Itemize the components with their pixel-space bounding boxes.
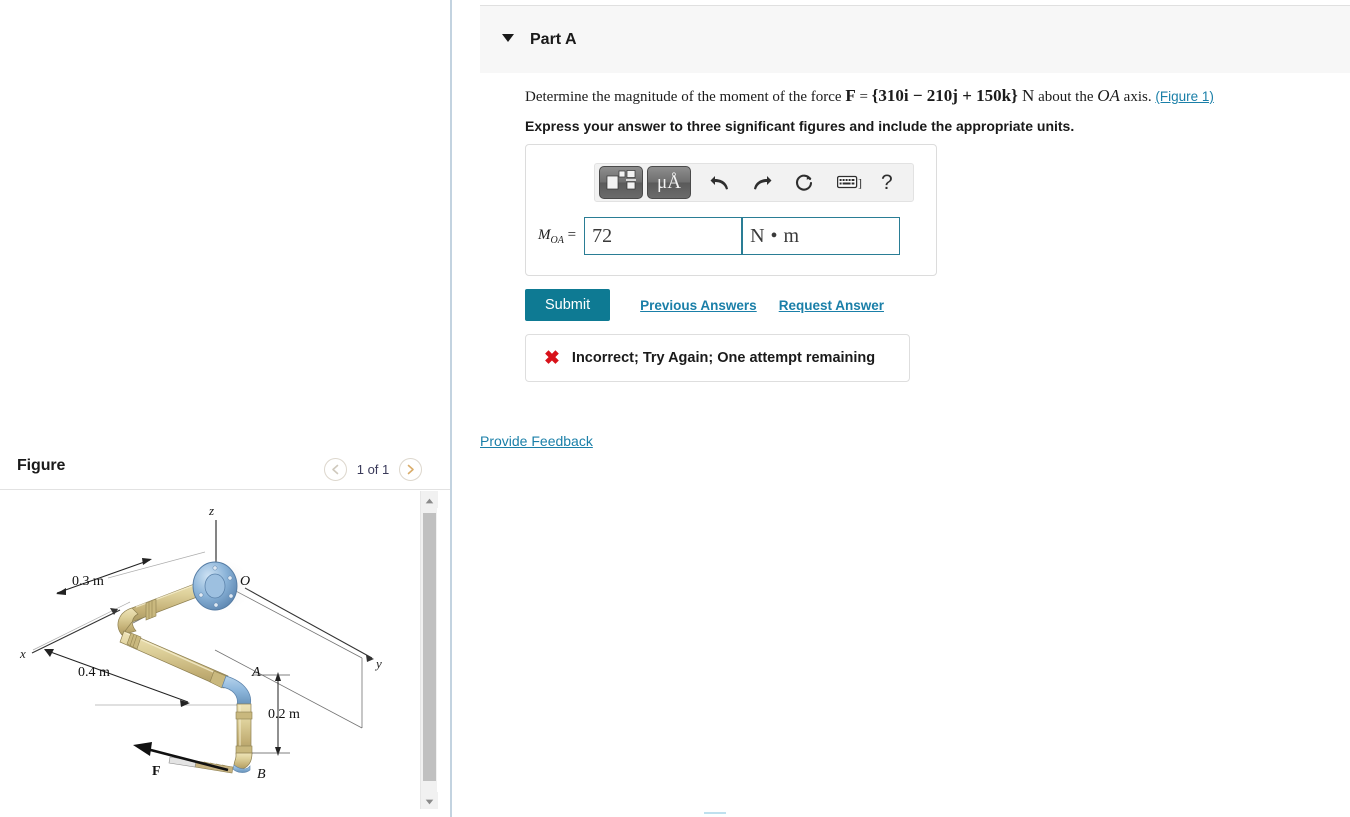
math-template-icon	[606, 169, 636, 196]
axis-label-z: z	[208, 503, 214, 518]
scroll-down-arrow-icon	[425, 792, 434, 810]
force-expression: {310i − 210j + 150k}	[871, 86, 1018, 105]
answer-entry-box: μÅ] ? MOA = 72 N • m	[525, 144, 937, 276]
caret-down-icon[interactable]	[502, 34, 514, 42]
submit-row: Submit Previous Answers Request Answer	[525, 289, 884, 321]
submit-button[interactable]: Submit	[525, 289, 611, 321]
help-button[interactable]: ?	[881, 171, 893, 195]
figure-title: Figure	[17, 457, 66, 474]
chevron-right-icon	[406, 464, 415, 475]
figure-prev-button[interactable]	[324, 458, 347, 481]
micro-angstrom-icon: μÅ	[657, 171, 681, 193]
pipe-assembly-diagram: z x y F O A B 0.3 m 0.4 m 0.2 m	[19, 503, 382, 782]
reset-circular-arrow-icon	[794, 173, 814, 193]
redo-button[interactable]	[749, 170, 775, 196]
scroll-up-button[interactable]	[421, 491, 438, 508]
pipe-nozzle	[168, 756, 234, 774]
scroll-up-arrow-icon	[425, 491, 434, 509]
figure-1-link[interactable]: (Figure 1)	[1155, 89, 1214, 104]
svg-text:]: ]	[858, 176, 862, 190]
units-button[interactable]: μÅ	[647, 166, 691, 199]
figure-scrollbar[interactable]	[420, 491, 438, 809]
instruction-text: Express your answer to three significant…	[525, 118, 1075, 134]
previous-answers-link[interactable]: Previous Answers	[640, 298, 757, 313]
keyboard-button[interactable]: ]	[833, 170, 867, 196]
axis-label-x: x	[19, 646, 26, 661]
pipe-elbow-upper	[117, 607, 139, 636]
provide-feedback-link[interactable]: Provide Feedback	[480, 433, 593, 449]
force-arrow	[133, 742, 229, 772]
redo-arrow-icon	[752, 174, 772, 192]
scrollbar-thumb[interactable]	[423, 513, 436, 781]
chevron-left-icon	[331, 464, 340, 475]
math-toolbar: μÅ] ?	[594, 163, 914, 202]
force-label-F: F	[152, 764, 161, 779]
feedback-message: Incorrect; Try Again; One attempt remain…	[571, 350, 876, 366]
question-prefix: Determine the magnitude of the moment of…	[525, 89, 846, 105]
part-title: Part A	[530, 31, 577, 48]
part-header[interactable]: Part A	[480, 5, 1350, 73]
answer-label: MOA =	[538, 227, 576, 246]
bottom-partial-element	[704, 812, 726, 814]
force-symbol: F	[845, 86, 856, 105]
figure-panel-header: Figure 1 of 1	[0, 450, 450, 490]
point-label-A: A	[251, 665, 261, 680]
point-label-B: B	[257, 767, 266, 782]
figure-pager-label: 1 of 1	[356, 462, 390, 477]
scroll-down-button[interactable]	[421, 792, 438, 809]
question-middle: about the	[1034, 89, 1098, 105]
undo-button[interactable]	[707, 170, 733, 196]
figure-image-viewport[interactable]: z x y F O A B 0.3 m 0.4 m 0.2 m	[0, 490, 420, 810]
pipe-elbow-at-a	[221, 675, 251, 707]
answer-units-input[interactable]	[742, 217, 901, 255]
force-units: N	[1017, 86, 1035, 105]
problem-panel: Part A Determine the magnitude of the mo…	[454, 0, 1350, 817]
reset-button[interactable]	[791, 170, 817, 196]
figure-next-button[interactable]	[399, 458, 422, 481]
math-template-button[interactable]	[599, 166, 643, 199]
answer-value-input[interactable]	[584, 217, 743, 255]
dimension-0.2m: 0.2 m	[252, 672, 300, 756]
axis-label-y: y	[374, 656, 382, 671]
axis-name: OA	[1097, 86, 1120, 105]
answer-label-subscript: OA	[550, 234, 564, 246]
dimension-0.3m: 0.3 m	[56, 558, 152, 595]
flange-at-o	[192, 561, 238, 611]
question-equals: =	[855, 89, 872, 105]
request-answer-link[interactable]: Request Answer	[779, 298, 884, 313]
figure-panel: Figure 1 of 1 z x y F O A B 0.3 m 0.4 m …	[0, 0, 452, 817]
svg-text:0.2 m: 0.2 m	[268, 707, 300, 722]
keyboard-icon: ]	[837, 175, 863, 190]
feedback-box: ✖ Incorrect; Try Again; One attempt rema…	[525, 334, 910, 382]
answer-row: MOA =	[538, 217, 901, 255]
answer-label-symbol: M	[538, 226, 551, 243]
question-suffix: axis.	[1119, 89, 1156, 105]
pipe-segment-a-to-b	[235, 703, 253, 755]
question-text: Determine the magnitude of the moment of…	[525, 86, 1214, 106]
undo-arrow-icon	[710, 174, 730, 192]
svg-text:0.3 m: 0.3 m	[72, 574, 104, 589]
answer-label-equals: =	[563, 226, 577, 243]
figure-pager: 1 of 1	[324, 458, 422, 481]
point-label-O: O	[240, 574, 250, 589]
pipe-elbow-at-b	[232, 752, 253, 773]
red-x-icon: ✖	[544, 347, 560, 369]
svg-text:0.4 m: 0.4 m	[78, 665, 110, 680]
